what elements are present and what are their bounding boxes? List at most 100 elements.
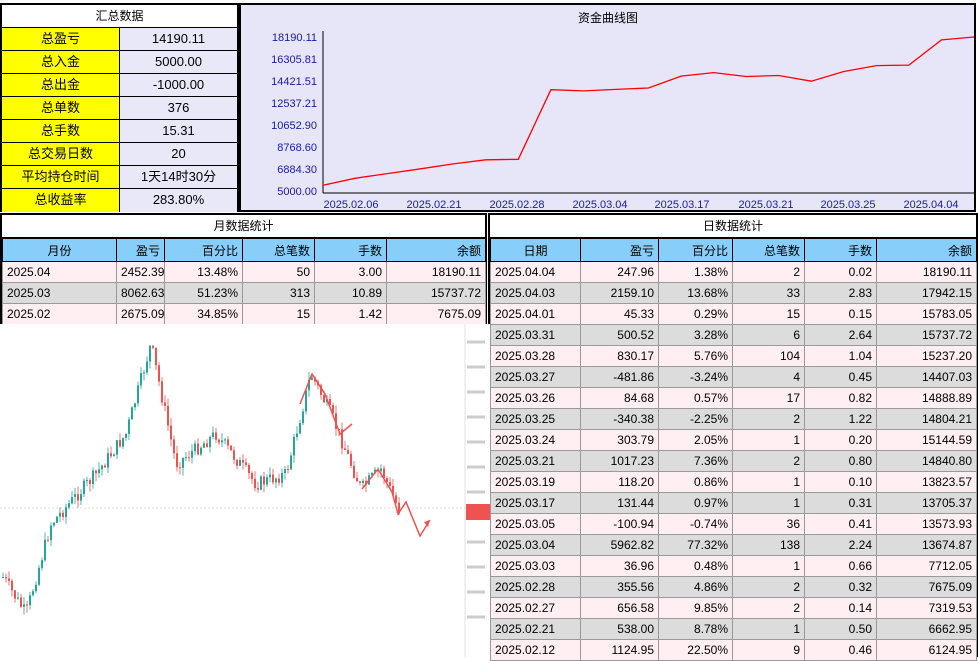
daily-cell: 15737.72 xyxy=(876,324,977,346)
candle-body xyxy=(89,480,91,484)
candle-body xyxy=(224,439,226,441)
candle-body xyxy=(137,385,139,404)
candle-body xyxy=(293,436,295,456)
daily-cell: 84.68 xyxy=(580,387,659,409)
daily-cell: 14407.03 xyxy=(876,366,977,388)
candle-body xyxy=(254,478,256,489)
table-row[interactable]: 2025.03.04 5962.82 77.32% 138 2.24 13674.87 xyxy=(490,534,977,556)
daily-cell: 7675.09 xyxy=(876,576,977,598)
daily-cell: 0.15 xyxy=(804,303,877,325)
daily-cell: 2.64 xyxy=(804,324,877,346)
candle-body xyxy=(113,454,115,457)
daily-cell: 0.48% xyxy=(658,555,733,577)
candle-body xyxy=(116,440,118,455)
daily-cell: 6124.95 xyxy=(876,639,977,661)
table-row[interactable]: 2025.02 2675.09 34.85% 15 1.42 7675.09 xyxy=(2,303,486,325)
monthly-header-cell[interactable]: 余额 xyxy=(386,238,486,262)
daily-cell: 0.57% xyxy=(658,387,733,409)
table-row[interactable]: 2025.03.21 1017.23 7.36% 2 0.80 14840.80 xyxy=(490,450,977,472)
equity-x-tick-label: 2025.03.04 xyxy=(572,199,627,210)
summary-row: 平均持仓时间 1天14时30分 xyxy=(2,166,237,189)
candle-body xyxy=(380,468,382,471)
daily-header-cell[interactable]: 手数 xyxy=(804,238,877,262)
daily-cell: 33 xyxy=(732,282,805,304)
daily-cell: 247.96 xyxy=(580,261,659,283)
table-row[interactable]: 2025.03.05 -100.94 -0.74% 36 0.41 13573.93 xyxy=(490,513,977,535)
table-row[interactable]: 2025.02.28 355.56 4.86% 2 0.32 7675.09 xyxy=(490,576,977,598)
monthly-header-cell[interactable]: 百分比 xyxy=(164,238,243,262)
table-row[interactable]: 2025.04.04 247.96 1.38% 2 0.02 18190.11 xyxy=(490,261,977,283)
daily-cell: 2.24 xyxy=(804,534,877,556)
daily-header-cell[interactable]: 盈亏 xyxy=(580,238,659,262)
candle-body xyxy=(29,595,31,606)
candle-body xyxy=(323,394,325,403)
summary-row: 总入金 5000.00 xyxy=(2,51,237,74)
candle-body xyxy=(146,361,148,373)
table-row[interactable]: 2025.03.24 303.79 2.05% 1 0.20 15144.59 xyxy=(490,429,977,451)
candle-body xyxy=(53,522,55,526)
daily-cell: 1.04 xyxy=(804,345,877,367)
candle-body xyxy=(209,436,211,448)
candle-body xyxy=(389,482,391,486)
monthly-cell: 15 xyxy=(242,303,315,325)
table-row[interactable]: 2025.04.01 45.33 0.29% 15 0.15 15783.05 xyxy=(490,303,977,325)
daily-cell: 2025.03.04 xyxy=(490,534,581,556)
monthly-cell: 13.48% xyxy=(164,261,243,283)
table-row[interactable]: 2025.03.19 118.20 0.86% 1 0.10 13823.57 xyxy=(490,471,977,493)
daily-cell: 0.41 xyxy=(804,513,877,535)
candle-body xyxy=(20,597,22,607)
monthly-header-cell[interactable]: 月份 xyxy=(2,238,117,262)
table-row[interactable]: 2025.03.03 36.96 0.48% 1 0.66 7712.05 xyxy=(490,555,977,577)
monthly-header-cell[interactable]: 手数 xyxy=(314,238,387,262)
table-row[interactable]: 2025.02.12 1124.95 22.50% 9 0.46 6124.95 xyxy=(490,639,977,661)
table-row[interactable]: 2025.02.21 538.00 8.78% 1 0.50 6662.95 xyxy=(490,618,977,640)
monthly-cell: 7675.09 xyxy=(386,303,486,325)
candle-body xyxy=(50,525,52,541)
candle-body xyxy=(236,459,238,466)
table-row[interactable]: 2025.03.27 -481.86 -3.24% 4 0.45 14407.03 xyxy=(490,366,977,388)
daily-cell: 2025.03.03 xyxy=(490,555,581,577)
daily-cell: 2.83 xyxy=(804,282,877,304)
monthly-header-cell[interactable]: 总笔数 xyxy=(242,238,315,262)
daily-header-cell[interactable]: 余额 xyxy=(876,238,977,262)
candle-body xyxy=(128,419,130,434)
daily-cell: 0.50 xyxy=(804,618,877,640)
monthly-stats-panel: 月数据统计 月份 盈亏 百分比 总笔数 手数 余额 2025.04 2452.39 13.48… xyxy=(0,213,487,328)
daily-cell: 0.86% xyxy=(658,471,733,493)
daily-cell: 13705.37 xyxy=(876,492,977,514)
candle-body xyxy=(173,439,175,454)
daily-header-cell[interactable]: 日期 xyxy=(490,238,581,262)
daily-cell: 0.66 xyxy=(804,555,877,577)
monthly-cell: 18190.11 xyxy=(386,261,486,283)
table-row[interactable]: 2025.04.03 2159.10 13.68% 33 2.83 17942.15 xyxy=(490,282,977,304)
table-row[interactable]: 2025.02.27 656.58 9.85% 2 0.14 7319.53 xyxy=(490,597,977,619)
candle-body xyxy=(284,469,286,474)
daily-cell: 0.10 xyxy=(804,471,877,493)
table-row[interactable]: 2025.03.28 830.17 5.76% 104 1.04 15237.20 xyxy=(490,345,977,367)
daily-cell: 17942.15 xyxy=(876,282,977,304)
table-row[interactable]: 2025.03.26 84.68 0.57% 17 0.82 14888.89 xyxy=(490,387,977,409)
table-row[interactable]: 2025.04 2452.39 13.48% 50 3.00 18190.11 xyxy=(2,261,486,283)
daily-header-cell[interactable]: 总笔数 xyxy=(732,238,805,262)
daily-cell: 2 xyxy=(732,450,805,472)
equity-y-tick-label: 5000.00 xyxy=(277,186,317,198)
table-row[interactable]: 2025.03.31 500.52 3.28% 6 2.64 15737.72 xyxy=(490,324,977,346)
daily-cell: 2025.03.26 xyxy=(490,387,581,409)
candle-body xyxy=(149,345,151,362)
daily-cell: 2025.03.19 xyxy=(490,471,581,493)
daily-header-cell[interactable]: 百分比 xyxy=(658,238,733,262)
candle-body xyxy=(56,516,58,523)
monthly-header-cell[interactable]: 盈亏 xyxy=(116,238,165,262)
equity-y-tick-label: 14421.51 xyxy=(271,76,317,88)
daily-cell: 2025.03.28 xyxy=(490,345,581,367)
table-row[interactable]: 2025.03.25 -340.38 -2.25% 2 1.22 14804.21 xyxy=(490,408,977,430)
table-row[interactable]: 2025.03.17 131.44 0.97% 1 0.31 13705.37 xyxy=(490,492,977,514)
equity-x-tick-label: 2025.02.06 xyxy=(323,199,378,210)
candle-body xyxy=(44,539,46,561)
table-row[interactable]: 2025.03 8062.63 51.23% 313 10.89 15737.72 xyxy=(2,282,486,304)
summary-row: 总盈亏 14190.11 xyxy=(2,28,237,51)
daily-cell: 1124.95 xyxy=(580,639,659,661)
daily-cell: 1.38% xyxy=(658,261,733,283)
candle-body xyxy=(86,480,88,482)
daily-cell: 4.86% xyxy=(658,576,733,598)
